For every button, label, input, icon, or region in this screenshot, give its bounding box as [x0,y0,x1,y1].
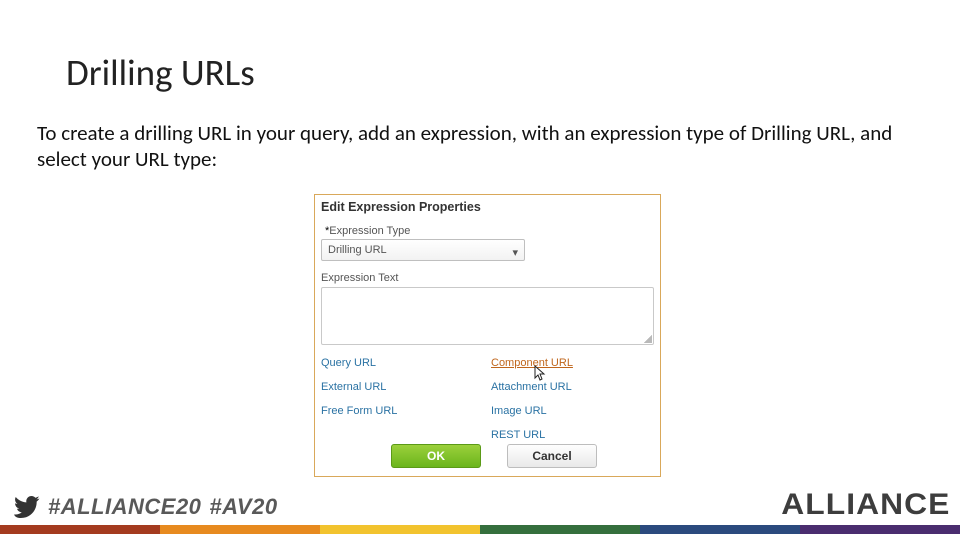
attachment-url-link[interactable]: Attachment URL [491,381,651,393]
cancel-button[interactable]: Cancel [507,444,597,468]
expression-dialog: Edit Expression Properties *Expression T… [314,194,661,477]
hashtag-1: #ALLIANCE20 [48,494,201,520]
slide-body: To create a drilling URL in your query, … [37,120,907,173]
external-url-link[interactable]: External URL [321,381,486,393]
expression-type-value: Drilling URL [328,244,387,256]
footer-stripe [0,525,960,534]
resize-grip-icon [644,335,652,343]
dialog-heading: Edit Expression Properties [321,200,481,214]
image-url-link[interactable]: Image URL [491,405,651,417]
free-form-url-link[interactable]: Free Form URL [321,405,486,417]
slide-title: Drilling URLs [66,50,255,95]
component-url-link[interactable]: Component URL [491,357,651,369]
rest-url-link[interactable]: REST URL [491,429,651,441]
footer-hashtags: #ALLIANCE20 #AV20 [12,494,278,520]
hashtag-2: #AV20 [209,494,277,520]
brand-logo: ALLIANCE [782,488,951,522]
expression-text-label: Expression Text [321,272,398,284]
chevron-down-icon: ▾ [512,243,518,263]
expression-type-label: *Expression Type [325,225,410,237]
twitter-bird-icon [12,496,40,518]
expression-text-input[interactable] [321,287,654,345]
ok-button[interactable]: OK [391,444,481,468]
query-url-link[interactable]: Query URL [321,357,486,369]
expression-type-select[interactable]: Drilling URL ▾ [321,239,525,261]
